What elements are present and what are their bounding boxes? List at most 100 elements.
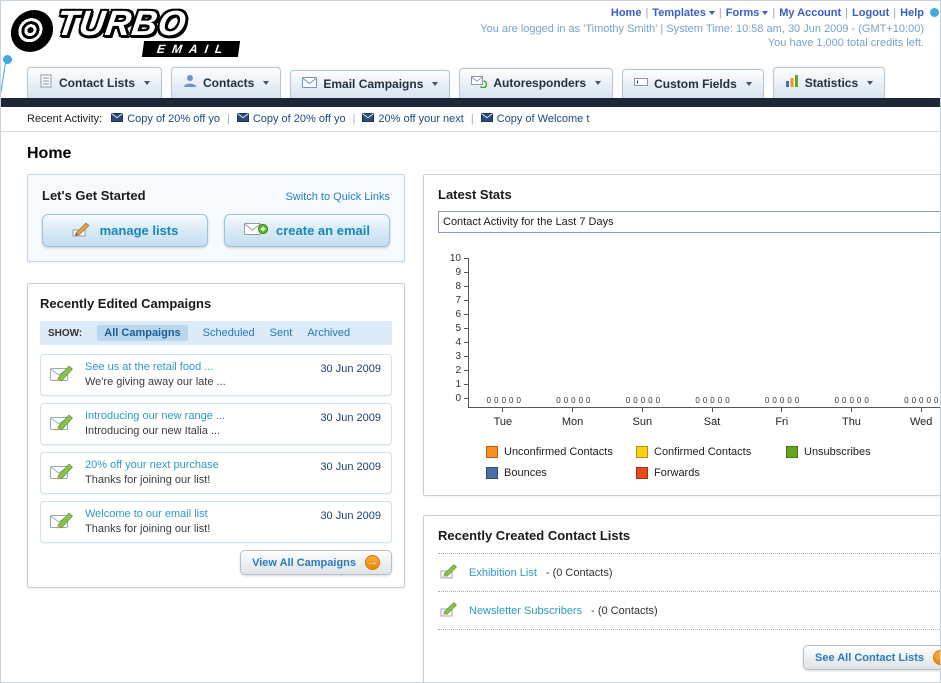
templates-dropdown-arrow-icon <box>708 11 715 16</box>
legend-item: Confirmed Contacts <box>636 446 786 458</box>
custom-fields-icon <box>634 76 649 91</box>
link-separator: | <box>893 7 897 19</box>
switch-to-quick-links[interactable]: Switch to Quick Links <box>285 191 390 203</box>
header-meta: Home | Templates | Forms | My Account | Logout | H… <box>480 7 924 49</box>
contact-list: Exhibition List - (0 Contacts) Newslette… <box>438 553 940 630</box>
envelope-icon <box>362 113 375 125</box>
manage-lists-label: manage lists <box>99 223 179 238</box>
link-help[interactable]: Help <box>900 7 924 19</box>
tab-all-campaigns[interactable]: All Campaigns <box>97 325 188 341</box>
link-separator: | <box>845 7 849 19</box>
contact-lists-panel-title: Recently Created Contact Lists <box>438 528 631 543</box>
envelope-pencil-icon <box>50 413 76 438</box>
campaign-row: Welcome to our email list Thanks for joi… <box>40 501 392 543</box>
chart-x-labels: Tue Mon Sun Sat Fri Thu Wed <box>468 408 940 428</box>
nav-tab-statistics[interactable]: Statistics <box>772 67 886 98</box>
top-links: Home | Templates | Forms | My Account | Logout | H… <box>480 7 924 19</box>
campaign-title-link[interactable]: 20% off your next purchase <box>85 459 307 471</box>
see-all-contact-lists-label: See All Contact Lists <box>814 651 924 664</box>
contact-activity-chart: 10 9 8 7 6 5 4 3 2 1 0 000000000000000000000000000… <box>438 253 940 479</box>
envelope-pencil-icon <box>50 364 76 389</box>
logo-word-email: EMAIL <box>141 41 241 57</box>
envelope-pencil-icon <box>50 462 76 487</box>
recent-activity-item[interactable]: 20% off your next <box>362 113 464 125</box>
nav-tab-contacts[interactable]: Contacts <box>171 67 282 98</box>
campaign-title-link[interactable]: Welcome to our email list <box>85 508 307 520</box>
campaigns-panel-title: Recently Edited Campaigns <box>40 296 212 311</box>
nav-tab-custom-fields[interactable]: Custom Fields <box>622 69 764 98</box>
nav-tab-autoresponders[interactable]: Autoresponders <box>459 68 614 98</box>
legend-item: Forwards <box>636 467 786 479</box>
latest-stats-panel: Latest Stats Contact Activity for the La… <box>423 174 940 496</box>
legend-item: Unconfirmed Contacts <box>486 446 636 458</box>
nav-tab-label: Contact Lists <box>59 75 136 90</box>
recent-activity-bar: Recent Activity: Copy of 20% off yo | Co… <box>1 107 940 132</box>
link-home[interactable]: Home <box>611 7 642 19</box>
legend-swatch <box>636 446 648 458</box>
contact-list-name-link[interactable]: Newsletter Subscribers <box>469 605 582 617</box>
campaign-row: See us at the retail food ... We're givi… <box>40 354 392 396</box>
recent-activity-item[interactable]: Copy of Welcome t <box>480 113 589 125</box>
campaign-title-link[interactable]: Introducing our new range ... <box>85 410 307 422</box>
chart-day-label: Mon <box>561 416 584 428</box>
chevron-down-icon <box>595 81 602 85</box>
campaign-date: 30 Jun 2009 <box>320 363 381 375</box>
view-all-campaigns-button[interactable]: View All Campaigns → <box>240 550 392 575</box>
campaign-title-link[interactable]: See us at the retail food ... <box>85 361 307 373</box>
see-all-contact-lists-button[interactable]: See All Contact Lists → <box>802 645 940 670</box>
legend-swatch <box>486 446 498 458</box>
campaign-row: 20% off your next purchase Thanks for jo… <box>40 452 392 494</box>
recent-activity-item[interactable]: Copy of 20% off yo <box>236 113 346 125</box>
legend-item: Unsubscribes <box>786 446 936 458</box>
contacts-icon <box>183 74 197 91</box>
logo-word-turbo: TURBO <box>54 4 190 43</box>
nav-tab-label: Custom Fields <box>654 76 737 91</box>
link-separator: | <box>645 7 649 19</box>
left-column: Let's Get Started Switch to Quick Links … <box>27 174 405 588</box>
link-my-account[interactable]: My Account <box>779 7 841 19</box>
envelope-icon <box>236 113 249 125</box>
forms-dropdown-arrow-icon <box>762 11 769 16</box>
autoresponders-icon <box>471 75 488 91</box>
stats-range-select[interactable]: Contact Activity for the Last 7 Days <box>438 211 940 233</box>
chart-day-label: Wed <box>909 416 933 428</box>
campaigns-filter-tabs: SHOW: All Campaigns Scheduled Sent Archi… <box>40 321 392 345</box>
nav-tab-contact-lists[interactable]: Contact Lists <box>27 67 163 98</box>
tab-sent[interactable]: Sent <box>270 327 293 339</box>
chart-day-label: Tue <box>493 416 513 428</box>
create-an-email-button[interactable]: create an email <box>224 214 390 247</box>
activity-separator: | <box>226 113 230 125</box>
campaign-date: 30 Jun 2009 <box>320 461 381 473</box>
campaign-subtitle: Thanks for joining our list! <box>85 523 211 535</box>
recently-created-contact-lists-panel: Recently Created Contact Lists Exhibitio… <box>423 515 940 682</box>
campaign-subtitle: Introducing our new Italia ... <box>85 425 221 437</box>
legend-item: Bounces <box>486 467 636 479</box>
envelope-plus-icon <box>244 221 269 240</box>
statistics-icon <box>785 74 799 91</box>
link-forms[interactable]: Forms <box>726 7 760 19</box>
recent-activity-item[interactable]: Copy of 20% off yo <box>111 113 220 125</box>
contact-list-name-link[interactable]: Exhibition List <box>469 567 537 579</box>
campaign-row: Introducing our new range ... Introducin… <box>40 403 392 445</box>
manage-lists-button[interactable]: manage lists <box>42 214 208 247</box>
chart-legend: Unconfirmed Contacts Confirmed Contacts Un… <box>486 446 940 479</box>
arrow-right-icon: → <box>933 650 940 665</box>
link-logout[interactable]: Logout <box>852 7 889 19</box>
tab-archived[interactable]: Archived <box>307 327 350 339</box>
tab-scheduled[interactable]: Scheduled <box>203 327 255 339</box>
chart-value-labels: 00000000000000000000000000000000000 <box>486 396 939 405</box>
header: TURBO EMAIL Home | Templates | Forms | My Acco… <box>1 1 940 65</box>
chart-day-label: Fri <box>775 416 789 428</box>
chart-y-axis: 10 9 8 7 6 5 4 3 2 1 0 <box>442 253 468 404</box>
nav-tab-email-campaigns[interactable]: Email Campaigns <box>290 70 451 98</box>
nav-bottom-bar <box>1 98 940 107</box>
nav-tab-label: Email Campaigns <box>323 77 424 91</box>
pencil-icon <box>72 221 92 240</box>
campaign-subtitle: We're giving away our late ... <box>85 376 226 388</box>
campaign-list: See us at the retail food ... We're givi… <box>40 354 392 543</box>
chevron-down-icon <box>867 80 874 85</box>
envelope-pencil-icon <box>50 511 76 536</box>
link-templates[interactable]: Templates <box>652 7 706 19</box>
nav-tab-label: Statistics <box>804 75 859 90</box>
campaign-date: 30 Jun 2009 <box>320 412 381 424</box>
